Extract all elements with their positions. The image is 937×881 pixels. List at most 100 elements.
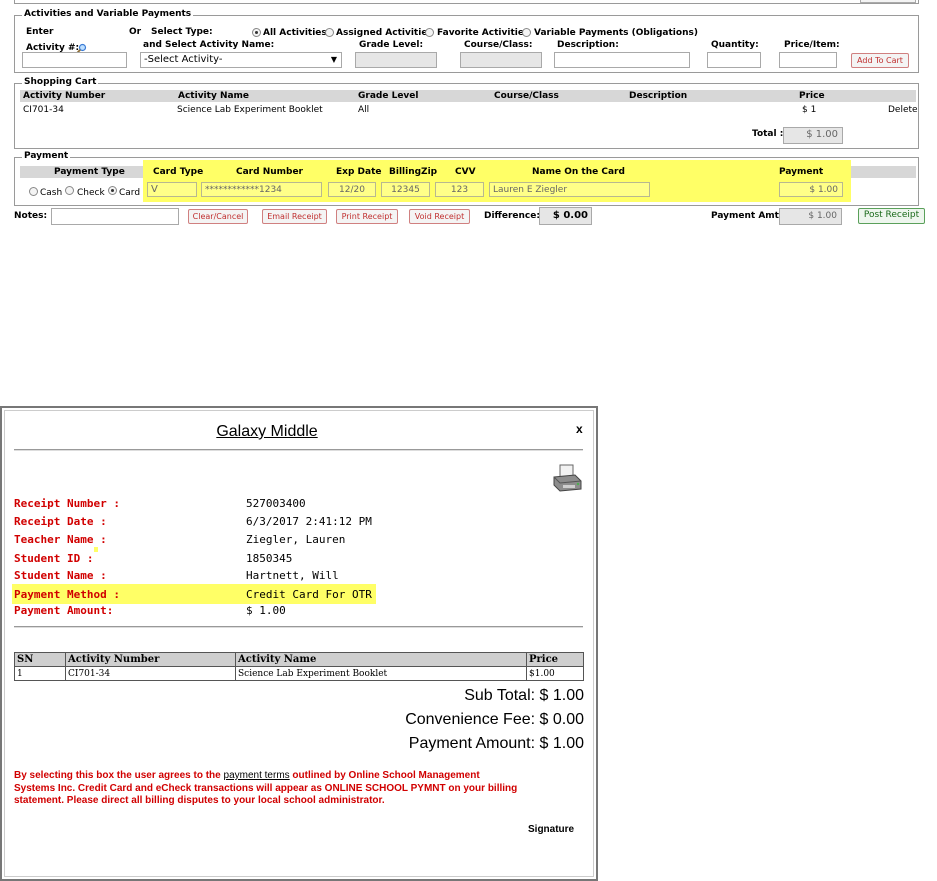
receipt-header-activity-number: Activity Number: [68, 654, 160, 665]
type-label-variable: Variable Payments (Obligations): [534, 28, 698, 38]
receipt-number-label: Receipt Number :: [14, 497, 120, 510]
cart-legend: Shopping Cart: [22, 77, 99, 88]
enter-label: Enter: [26, 27, 54, 37]
clear-cancel-button[interactable]: Clear/Cancel: [188, 209, 248, 224]
payment-amt-input[interactable]: $ 1.00: [779, 208, 842, 225]
payment-amount-value: $ 1.00: [246, 604, 286, 617]
cart-header-description: Description: [629, 91, 688, 101]
top-stub-button[interactable]: [860, 0, 916, 3]
receipt-title: Galaxy Middle: [216, 423, 318, 440]
activity-select-value: -Select Activity-: [144, 54, 223, 65]
chevron-down-icon: ▼: [330, 55, 337, 64]
payment-method-label: Payment Method :: [14, 588, 120, 601]
activity-number-input[interactable]: [22, 52, 127, 68]
receipt-number-value: 527003400: [246, 497, 306, 510]
billing-zip-input[interactable]: 12345: [381, 182, 430, 197]
activities-legend: Activities and Variable Payments: [22, 9, 194, 20]
receipt-table: SN Activity Number Activity Name Price 1…: [14, 652, 584, 681]
student-name-value: Hartnett, Will: [246, 569, 339, 582]
type-radio-assigned[interactable]: [325, 28, 334, 37]
cart-header-activity-number: Activity Number: [23, 91, 106, 101]
cart-header-grade-level: Grade Level: [358, 91, 419, 101]
student-name-label: Student Name :: [14, 569, 107, 582]
type-label-favorite: Favorite Activities: [437, 28, 530, 38]
exp-date-input[interactable]: 12/20: [328, 182, 376, 197]
print-receipt-button[interactable]: Print Receipt: [336, 209, 398, 224]
receipt-header-price: Price: [529, 654, 559, 665]
cart-header-price: Price: [799, 91, 825, 101]
type-radio-favorite[interactable]: [425, 28, 434, 37]
card-number-input[interactable]: ************1234: [201, 182, 322, 197]
post-receipt-button[interactable]: Post Receipt: [858, 208, 925, 224]
receipt-cell-price: $1.00: [529, 669, 555, 679]
receipt-header-sn: SN: [17, 654, 34, 665]
receipt-header-activity-name: Activity Name: [238, 654, 317, 665]
email-receipt-button[interactable]: Email Receipt: [262, 209, 327, 224]
course-class-input[interactable]: [460, 52, 542, 68]
receipt-date-value: 6/3/2017 2:41:12 PM: [246, 515, 372, 528]
grade-level-input[interactable]: [355, 52, 437, 68]
cart-total-input[interactable]: $ 1.00: [783, 127, 843, 144]
or-label: Or: [129, 27, 142, 37]
terms-line-3: statement. Please direct all billing dis…: [14, 795, 385, 806]
receipt-divider-mid: [14, 626, 583, 628]
student-id-label: Student ID :: [14, 552, 94, 565]
select-type-label: Select Type:: [151, 27, 213, 37]
teacher-name-label: Teacher Name :: [14, 533, 107, 546]
cart-total-label: Total :: [752, 129, 784, 139]
add-to-cart-button[interactable]: Add To Cart: [851, 53, 909, 68]
cart-cell-price: $ 1: [802, 105, 817, 115]
cart-header-bar: [20, 90, 916, 102]
payment-header-name: Name On the Card: [532, 167, 625, 177]
payment-method-value: Credit Card For OTR: [246, 588, 372, 601]
select-name-label: and Select Activity Name:: [143, 40, 275, 50]
quantity-label: Quantity:: [711, 40, 759, 50]
cart-header-course-class: Course/Class: [494, 91, 559, 101]
payment-amount-input[interactable]: $ 1.00: [779, 182, 843, 197]
description-input[interactable]: [554, 52, 690, 68]
terms-text-after: outlined by Online School Management: [289, 770, 480, 781]
payment-radio-check[interactable]: [65, 186, 74, 195]
payment-header-cvv: CVV: [455, 167, 476, 177]
receipt-date-label: Receipt Date :: [14, 515, 107, 528]
signature-label: Signature: [528, 824, 575, 835]
payment-radio-cash[interactable]: [29, 187, 38, 196]
difference-label: Difference:: [484, 211, 540, 221]
terms-line-2: Systems Inc. Credit Card and eCheck tran…: [14, 782, 518, 794]
cvv-input[interactable]: 123: [435, 182, 484, 197]
type-radio-variable[interactable]: [522, 28, 531, 37]
terms-text-before: By selecting this box the user agrees to…: [14, 770, 224, 781]
search-icon[interactable]: [76, 39, 87, 54]
receipt-col-divider-3: [526, 653, 527, 680]
course-class-label: Course/Class:: [464, 40, 533, 50]
activity-select[interactable]: -Select Activity- ▼: [140, 52, 342, 68]
receipt-payment-amount: Payment Amount: $ 1.00: [408, 735, 584, 752]
receipt-sub-total: Sub Total: $ 1.00: [464, 687, 584, 704]
table-row: CI701-34 Science Lab Experiment Booklet …: [20, 104, 918, 117]
payment-terms-link[interactable]: payment terms: [224, 770, 290, 781]
type-label-all: All Activities: [263, 28, 327, 38]
notes-input[interactable]: [51, 208, 179, 225]
quantity-input[interactable]: [707, 52, 761, 68]
close-icon[interactable]: x: [576, 422, 583, 436]
payment-header-payment: Payment: [779, 167, 824, 177]
price-item-input[interactable]: [779, 52, 837, 68]
payment-label-cash: Cash: [40, 188, 63, 198]
payment-header-exp: Exp Date: [336, 167, 382, 177]
grade-level-label: Grade Level:: [359, 40, 424, 50]
payment-radio-card[interactable]: [108, 186, 117, 195]
cart-cell-grade: All: [358, 105, 370, 115]
top-border-stub: [14, 0, 919, 4]
payment-header-type: Payment Type: [54, 167, 125, 177]
receipt-col-divider-2: [235, 653, 236, 680]
cart-cell-number: CI701-34: [23, 105, 64, 115]
name-on-card-input[interactable]: Lauren E Ziegler: [489, 182, 650, 197]
card-type-input[interactable]: V: [147, 182, 197, 197]
void-receipt-button[interactable]: Void Receipt: [409, 209, 470, 224]
printer-icon[interactable]: [551, 463, 583, 495]
cursor-mark: [94, 547, 98, 552]
type-radio-all[interactable]: [252, 28, 261, 37]
payment-terms-text: By selecting this box the user agrees to…: [14, 770, 589, 808]
delete-link[interactable]: Delete: [888, 105, 918, 116]
receipt-cell-name: Science Lab Experiment Booklet: [238, 669, 388, 679]
